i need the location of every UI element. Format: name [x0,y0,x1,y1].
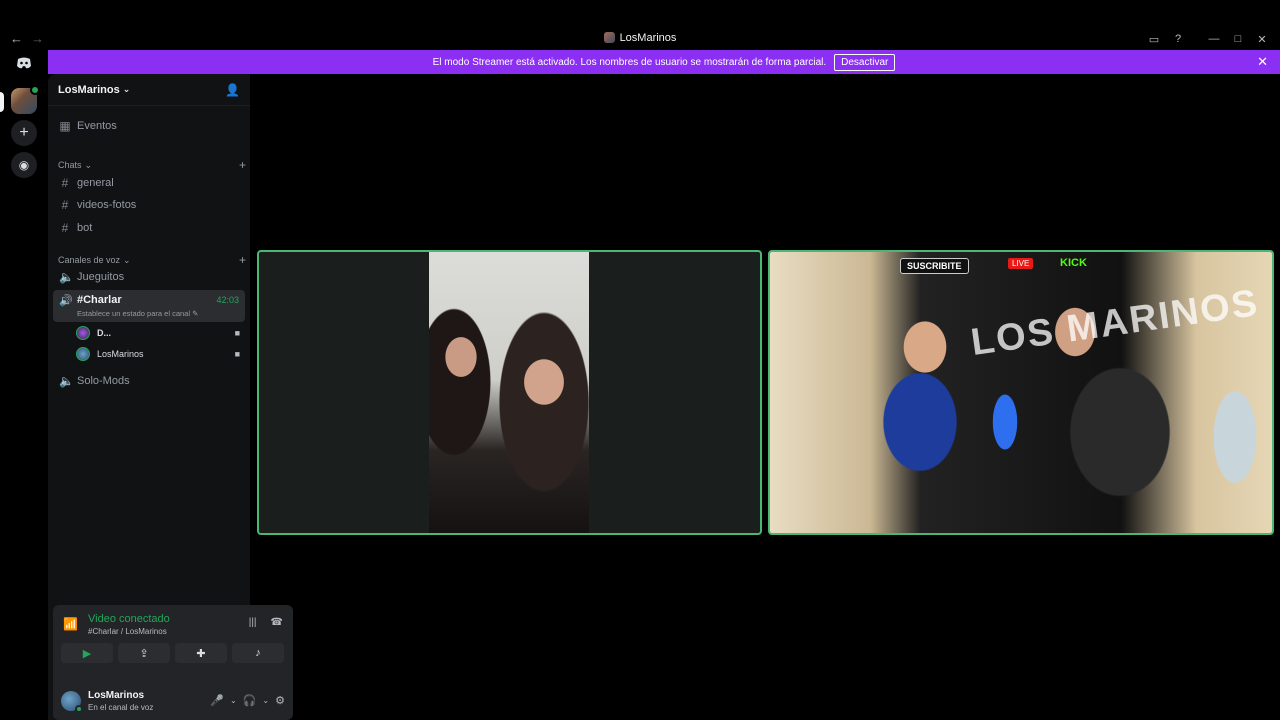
category-voice[interactable]: Canales de voz ⌄ + [58,253,246,267]
voice-user[interactable]: D... ■ [76,324,240,342]
discord-home-icon[interactable] [11,50,37,76]
voice-user[interactable]: LosMarinos ■ [76,345,240,363]
server-rail: + ◉ [0,50,48,720]
signal-icon[interactable]: 📶 [63,617,78,631]
add-server-icon[interactable]: + [11,120,37,146]
chevron-down-icon: ⌄ [84,159,93,170]
user-panel: LosMarinos En el canal de voz 🎤 ⌄ 🎧 ⌄ ⚙ [53,685,293,720]
subscribe-overlay: SUSCRIBITE [900,258,969,274]
hashtag-icon: # [61,198,69,212]
screen-share-button[interactable]: ⇪ [118,643,170,663]
channel-timer: 42:03 [216,295,239,305]
soundboard-button[interactable]: ♪ [232,643,284,663]
close-button[interactable]: ✕ [1250,30,1274,48]
selected-server-indicator [0,92,4,112]
chevron-down-icon[interactable]: ⌄ [262,696,269,705]
category-chats[interactable]: Chats ⌄ + [58,158,246,172]
explore-icon[interactable]: ◉ [11,152,37,178]
live-badge: LIVE [1008,258,1034,269]
username[interactable]: LosMarinos [88,690,144,701]
voice-location[interactable]: #Charlar / LosMarinos [88,627,167,636]
window-title: LosMarinos [0,32,1280,44]
channel-sidebar: LosMarinos ⌄ 👤 ▦ Eventos Chats ⌄ + # gen… [48,74,293,720]
add-channel-icon[interactable]: + [239,253,246,267]
avatar [76,326,90,340]
video-feed [429,252,589,533]
speaker-icon: 🔊 [59,295,73,307]
camera-button[interactable]: ▶ [61,643,113,663]
close-icon[interactable]: ✕ [1257,54,1268,70]
hashtag-icon: # [61,221,69,235]
online-status-dot [75,705,83,713]
voice-channel-solo-mods[interactable]: 🔈 Solo-Mods [53,371,245,391]
server-icon [603,32,615,43]
voice-channel-charlar[interactable]: 🔊 #Charlar 42:03 Establece un estado par… [53,290,245,322]
user-status: En el canal de voz [88,703,154,712]
channel-videos-fotos[interactable]: # videos-fotos [53,195,245,215]
kick-logo: KICK [1060,257,1087,269]
help-icon[interactable]: ? [1166,30,1190,48]
speaker-icon: 🔈 [59,270,74,284]
voice-status[interactable]: Video conectado [88,613,170,625]
activities-button[interactable]: ✚ [175,643,227,663]
maximize-button[interactable]: □ [1226,30,1250,48]
title-bar: ← → LosMarinos ▭ ? — □ ✕ [0,28,1280,50]
voice-channel-jueguitos[interactable]: 🔈 Jueguitos [53,267,245,287]
voice-connection-panel: 📶 Video conectado #Charlar / LosMarinos … [53,605,293,685]
banner-text: El modo Streamer está activado. Los nomb… [432,56,827,68]
streamer-mode-banner: El modo Streamer está activado. Los nomb… [48,50,1280,74]
chevron-down-icon: ⌄ [122,84,131,94]
chevron-down-icon: ⌄ [123,254,131,265]
channel-bot[interactable]: # bot [53,218,245,238]
noise-suppression-icon[interactable]: ||| [249,617,257,628]
calendar-icon: ▦ [59,119,71,133]
events-item[interactable]: ▦ Eventos [53,116,245,136]
add-channel-icon[interactable]: + [239,158,246,172]
server-name: LosMarinos [58,83,120,96]
server-losmarinos-icon[interactable] [11,85,40,114]
server-header[interactable]: LosMarinos ⌄ 👤 [48,74,250,106]
disconnect-icon[interactable]: ☎ [271,617,283,628]
camera-icon: ■ [234,328,240,338]
avatar [76,347,90,361]
video-tile-losmarinos[interactable]: SUSCRIBITE LIVE KICK LOS MARINOS [768,250,1274,535]
hashtag-icon: # [61,176,69,190]
locked-speaker-icon: 🔈 [59,374,74,388]
microphone-icon[interactable]: 🎤 [210,694,224,707]
headphones-icon[interactable]: 🎧 [243,694,257,707]
pencil-icon: ✎ [192,309,199,318]
avatar[interactable] [61,691,83,713]
window-controls: ▭ ? — □ ✕ [1142,30,1274,48]
video-tile-user-1[interactable] [257,250,762,535]
invite-people-icon[interactable]: 👤 [225,83,240,97]
voice-active-badge [30,85,40,95]
channel-status[interactable]: Establece un estado para el canal ✎ [77,309,198,318]
channel-general[interactable]: # general [53,173,245,193]
gear-icon[interactable]: ⚙ [275,694,285,707]
minimize-button[interactable]: — [1202,30,1226,48]
chevron-down-icon[interactable]: ⌄ [230,696,237,705]
inbox-icon[interactable]: ▭ [1142,30,1166,48]
deactivate-button[interactable]: Desactivar [834,53,896,71]
camera-icon: ■ [234,349,240,359]
